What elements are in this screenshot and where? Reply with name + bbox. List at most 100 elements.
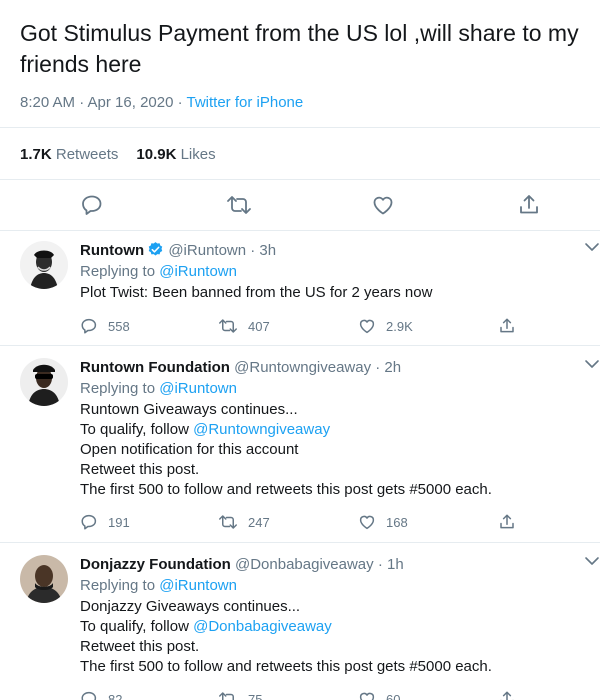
reply-count-button[interactable]: 558 [80,317,130,335]
reply-text-line: The first 500 to follow and retweets thi… [80,481,492,498]
reply-text-line: Donjazzy Giveaways continues... [80,598,301,615]
retweet-button[interactable] [226,192,252,218]
verified-badge-icon [148,242,163,256]
avatar[interactable] [20,358,68,406]
avatar-image [20,555,68,603]
replying-to: Replying to @iRuntown [80,262,580,282]
author-handle[interactable]: @iRuntown · 3h [168,242,276,259]
like-button[interactable] [370,192,396,218]
avatar-image [20,358,68,406]
tweet-stats: 1.7K Retweets 10.9K Likes [20,146,216,163]
like-icon [373,196,393,215]
chevron-down-icon[interactable] [584,358,600,370]
mention-link[interactable]: @Runtowngiveaway [193,421,330,438]
like-count: 60 [386,691,401,700]
replying-to-label: Replying to [80,577,160,594]
replying-to-label: Replying to [80,263,160,280]
reply-text: Plot Twist: Been banned from the US for … [80,283,580,303]
reply-text-line: Open notification for this account [80,441,299,458]
reply-button[interactable] [79,192,105,218]
like-count-button[interactable]: 2.9K [358,317,413,335]
author-handle[interactable]: @Runtowngiveaway · 2h [234,359,401,376]
retweet-icon [219,692,234,700]
like-count-button[interactable]: 168 [358,513,408,531]
reply-header: Runtown Foundation @Runtowngiveaway · 2h [80,358,580,378]
reply-text-line: Retweet this post. [80,638,200,655]
author-name[interactable]: Runtown [80,242,144,259]
retweets-stat[interactable]: 1.7K Retweets [20,146,118,163]
retweet-count-button[interactable]: 407 [218,317,270,335]
like-count: 168 [386,514,408,530]
reply-tweet[interactable]: Runtown @iRuntown · 3h Replying to @iRun… [0,231,600,345]
reply-header: Donjazzy Foundation @Donbabagiveaway · 1… [80,555,580,575]
author-handle[interactable]: @Donbabagiveaway · 1h [235,556,404,573]
retweet-count: 247 [248,514,270,530]
author-name[interactable]: Donjazzy Foundation [80,556,231,573]
reply-icon [81,318,97,334]
tweet-text: Got Stimulus Payment from the US lol ,wi… [20,20,579,77]
tweet-client-link[interactable]: Twitter for iPhone [187,94,304,111]
share-icon [520,195,538,214]
share-icon [500,514,514,529]
reply-header: Runtown @iRuntown · 3h [80,241,580,261]
likes-label: Likes [180,146,216,163]
avatar[interactable] [20,555,68,603]
reply-icon [82,195,102,215]
reply-text-line: To qualify, follow @Runtowngiveaway [80,420,580,440]
reply-count: 82 [108,691,123,700]
reply-count-button[interactable]: 82 [80,690,122,700]
share-button[interactable] [498,513,526,531]
like-count: 2.9K [386,318,413,334]
tweet-timestamp[interactable]: 8:20 AM · Apr 16, 2020 · [20,94,187,111]
share-icon [500,318,514,333]
retweet-icon [227,196,251,214]
retweet-icon [219,515,237,529]
share-icon [500,691,514,700]
share-button[interactable] [498,317,526,335]
reply-text-fragment: To qualify, follow [80,618,194,635]
replying-to-mention[interactable]: @iRuntown [159,263,237,280]
reply-tweet[interactable]: Donjazzy Foundation @Donbabagiveaway · 1… [0,543,600,700]
reply-text: Donjazzy Giveaways continues... To quali… [80,597,580,677]
reply-text-line: Retweet this post. [80,461,200,478]
share-button[interactable] [498,690,526,700]
divider [0,127,600,128]
like-icon [359,692,375,700]
replying-to: Replying to @iRuntown [80,379,580,399]
retweets-label: Retweets [55,146,119,163]
retweet-count: 75 [248,691,263,700]
avatar[interactable] [20,241,68,289]
retweet-count-button[interactable]: 75 [218,690,262,700]
reply-tweet[interactable]: Runtown Foundation @Runtowngiveaway · 2h… [0,346,600,542]
retweets-count: 1.7K [20,146,52,163]
replying-to-mention[interactable]: @iRuntown [159,577,237,594]
retweet-count-button[interactable]: 247 [218,513,270,531]
reply-text-line: Runtown Giveaways continues... [80,401,298,418]
likes-count: 10.9K [136,146,177,163]
reply-count: 558 [108,318,130,334]
reply-count-button[interactable]: 191 [80,513,130,531]
mention-link[interactable]: @Donbabagiveaway [193,618,332,635]
retweet-icon [219,319,237,333]
chevron-down-icon[interactable] [584,241,600,253]
replying-to-mention[interactable]: @iRuntown [159,380,237,397]
reply-text-line: Plot Twist: Been banned from the US for … [80,284,433,301]
main-tweet-actions [0,192,600,218]
reply-text: Runtown Giveaways continues... To qualif… [80,400,580,500]
reply-text-line: The first 500 to follow and retweets thi… [80,658,492,675]
replying-to-label: Replying to [80,380,160,397]
divider [0,179,600,180]
replying-to: Replying to @iRuntown [80,576,580,596]
author-name[interactable]: Runtown Foundation [80,359,230,376]
share-button[interactable] [516,192,542,218]
like-icon [359,515,375,530]
like-count-button[interactable]: 60 [358,690,400,700]
chevron-down-icon[interactable] [584,555,600,567]
tweet-meta: 8:20 AM · Apr 16, 2020 · Twitter for iPh… [20,94,303,111]
reply-text-fragment: To qualify, follow [80,421,194,438]
likes-stat[interactable]: 10.9K Likes [136,146,215,163]
reply-text-line: To qualify, follow @Donbabagiveaway [80,617,580,637]
reply-count: 191 [108,514,130,530]
retweet-count: 407 [248,318,270,334]
reply-icon [81,691,97,700]
